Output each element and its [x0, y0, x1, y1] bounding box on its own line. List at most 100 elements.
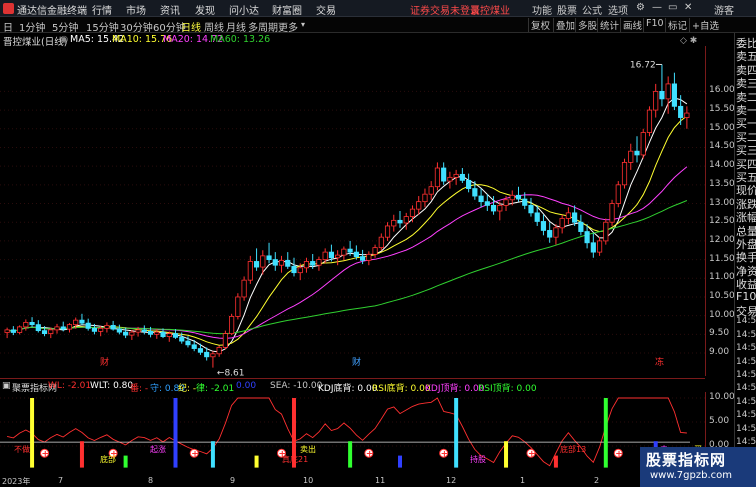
tool-multi-stock[interactable]: 多股 [575, 18, 597, 32]
candle [665, 83, 671, 100]
menu-formula[interactable]: 公式 [582, 2, 602, 17]
period-multi[interactable]: 多周期 [248, 19, 278, 34]
period-1min[interactable]: 1分钟 [19, 19, 45, 34]
candlestick-chart[interactable]: 16.72 ←8.61 财 财 冻 [0, 46, 705, 376]
signal-bar [348, 441, 353, 468]
indicator-value: WL: -2.01 [48, 381, 92, 391]
settings-icon-small[interactable]: ◉ [60, 34, 68, 45]
tool-f10[interactable]: F10 [643, 18, 664, 32]
menu-wealth[interactable]: 财富圈 [272, 2, 302, 17]
candle [590, 242, 596, 253]
candle [54, 326, 60, 331]
app-logo-icon [3, 3, 14, 14]
event-marker[interactable]: 财 [100, 356, 109, 368]
month-label: 2 [594, 476, 600, 485]
menu-stock[interactable]: 股票 [557, 2, 577, 17]
candle [353, 251, 359, 258]
candle [17, 326, 23, 333]
candle [73, 319, 79, 326]
signal-bar [504, 441, 509, 468]
buy-marker-cross: + [441, 450, 449, 460]
price-tick-label: 11.00 [709, 272, 735, 283]
candle [341, 248, 347, 256]
quote-panel-item[interactable]: 14:5 [736, 397, 756, 407]
quote-panel-item[interactable]: 14:5 [736, 316, 756, 326]
quote-panel-item[interactable]: F10 [736, 290, 756, 303]
quote-panel-item[interactable]: 14:5 [736, 370, 756, 380]
more-chevron-icon[interactable]: ▾ [301, 20, 305, 29]
price-axis: 16.00 15.50 15.00 14.50 14.00 13.50 13.00 12.50… [705, 46, 735, 376]
period-30min[interactable]: 30分钟 [120, 19, 153, 34]
candle [60, 326, 66, 330]
tool-adjust[interactable]: 复权 [528, 18, 550, 32]
menu-ask[interactable]: 问小达 [229, 2, 259, 17]
quote-panel-item[interactable]: 14:5 [736, 343, 756, 353]
period-5min[interactable]: 5分钟 [52, 19, 78, 34]
indicator-header: ▣ 聚票指标网 WL: -2.01 WLT: 0.80 番: - 守: 0.80 纪: … [0, 378, 705, 394]
settings-icon[interactable]: ⚙ [636, 2, 645, 13]
quote-panel-item[interactable]: 14:5 [736, 357, 756, 367]
month-label: 10 [303, 476, 314, 485]
signal-bar [553, 455, 558, 468]
ma10-line [6, 115, 688, 346]
stock-name-link[interactable]: 晋控煤业 [470, 2, 510, 17]
period-toolbar: 日 1分钟 5分钟 15分钟 30分钟 60分钟 日线 周线 月线 多周期 更多… [0, 17, 756, 34]
minimize-icon[interactable]: — [652, 2, 662, 13]
menu-news[interactable]: 资讯 [160, 2, 180, 17]
candle [247, 261, 253, 281]
price-tick-label: 16.00 [709, 85, 735, 96]
menu-function[interactable]: 功能 [532, 2, 552, 17]
candle [503, 199, 509, 206]
menu-discover[interactable]: 发现 [195, 2, 215, 17]
period-15min[interactable]: 15分钟 [86, 19, 119, 34]
signal-bar [123, 455, 128, 468]
signal-bar [79, 441, 84, 468]
quote-panel-item[interactable]: 14:5 [736, 383, 756, 393]
candle [384, 225, 391, 238]
candle [160, 331, 166, 338]
menu-trade[interactable]: 交易 [316, 2, 336, 17]
quote-panel-item[interactable]: 14:5 [736, 330, 756, 340]
indicator-label: 不做 [14, 444, 30, 454]
event-marker[interactable]: 冻 [655, 356, 664, 368]
period-daily[interactable]: 日线 [181, 19, 201, 34]
guest-label[interactable]: 游客 [714, 2, 734, 17]
indicator-collapse-icon[interactable]: ▣ [2, 381, 11, 391]
price-tick-label: 12.50 [709, 216, 735, 227]
month-label: 1 [520, 476, 526, 485]
menu-quotes[interactable]: 行情 [92, 2, 112, 17]
menu-market[interactable]: 市场 [126, 2, 146, 17]
chart-symbols: ◇ ✱ [680, 36, 698, 46]
tool-statistics[interactable]: 统计 [597, 18, 619, 32]
indicator-chart[interactable]: +++++++++不做底部起涨真底21卖出持股底部13低吸卖主力买 [0, 392, 705, 476]
candle [603, 221, 609, 242]
candle [291, 265, 297, 274]
candle [135, 329, 141, 333]
quote-panel-item[interactable]: 14:5 [736, 410, 756, 420]
period-day[interactable]: 日 [3, 19, 13, 34]
candle [98, 327, 104, 332]
quote-panel-item[interactable]: 14:5 [736, 437, 756, 447]
candle [23, 321, 29, 328]
price-tick-label: 11.50 [709, 253, 735, 264]
period-weekly[interactable]: 周线 [204, 19, 224, 34]
close-icon[interactable]: ✕ [684, 2, 692, 13]
candle [185, 340, 191, 346]
tool-mark[interactable]: 标记 [665, 18, 687, 32]
candle [372, 247, 378, 255]
period-monthly[interactable]: 月线 [226, 19, 246, 34]
tool-draw[interactable]: 画线 [620, 18, 642, 32]
tool-add-favorite[interactable]: +自选 [689, 18, 719, 32]
buy-marker-cross: + [42, 450, 50, 460]
candle [578, 221, 584, 232]
tool-overlay[interactable]: 叠加 [553, 18, 575, 32]
quote-panel-item[interactable]: 14:5 [736, 424, 756, 434]
signal-bar [254, 455, 259, 468]
period-more[interactable]: 更多 [278, 19, 298, 34]
ma20-line [6, 166, 688, 339]
candle [646, 109, 653, 133]
indicator-value: WLT: 0.80 [90, 381, 134, 391]
event-marker[interactable]: 财 [352, 356, 361, 368]
menu-options[interactable]: 选项 [608, 2, 628, 17]
restore-icon[interactable]: ▭ [668, 2, 677, 13]
